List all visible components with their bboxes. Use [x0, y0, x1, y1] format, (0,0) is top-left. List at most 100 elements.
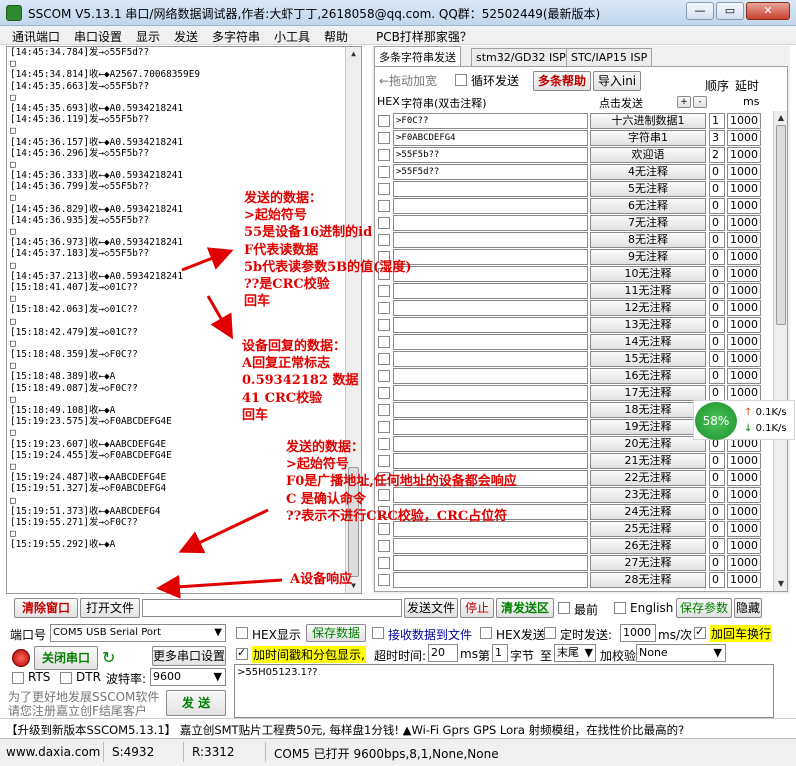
checksum-select[interactable]: None ▼ — [636, 644, 726, 662]
stop-button[interactable]: 停止 — [460, 598, 494, 618]
topmost-checkbox[interactable] — [558, 602, 570, 614]
row-order-input[interactable]: 3 — [709, 130, 725, 146]
recv-to-file-checkbox[interactable] — [372, 627, 384, 639]
file-path-field[interactable] — [142, 599, 402, 617]
row-command-input[interactable] — [393, 283, 588, 299]
row-order-input[interactable]: 0 — [709, 538, 725, 554]
row-send-button[interactable]: 14无注释 — [590, 334, 706, 350]
menu-serial-settings[interactable]: 串口设置 — [74, 28, 122, 45]
row-delay-input[interactable]: 1000 — [727, 266, 761, 282]
row-order-input[interactable]: 0 — [709, 283, 725, 299]
row-order-input[interactable]: 0 — [709, 181, 725, 197]
row-delay-input[interactable]: 1000 — [727, 147, 761, 163]
list-scroll-down-icon[interactable]: ▼ — [776, 578, 786, 590]
hide-button[interactable]: 隐藏 — [734, 598, 762, 618]
row-command-input[interactable] — [393, 538, 588, 554]
row-command-input[interactable]: >F0ABCDEFG4 — [393, 130, 588, 146]
row-order-input[interactable]: 1 — [709, 113, 725, 129]
row-delay-input[interactable]: 1000 — [727, 351, 761, 367]
tab-multi-string[interactable]: 多条字符串发送 — [374, 46, 461, 68]
menu-help[interactable]: 帮助 — [324, 28, 348, 45]
row-command-input[interactable] — [393, 232, 588, 248]
send-text-area[interactable]: >55H05123.1?? — [234, 664, 774, 718]
row-command-input[interactable] — [393, 368, 588, 384]
row-hex-checkbox[interactable] — [378, 149, 390, 161]
row-send-button[interactable]: 20无注释 — [590, 436, 706, 452]
row-send-button[interactable]: 13无注释 — [590, 317, 706, 333]
row-order-input[interactable]: 0 — [709, 232, 725, 248]
row-order-input[interactable]: 0 — [709, 351, 725, 367]
import-ini-button[interactable]: 导入ini — [593, 71, 641, 91]
list-scrollbar[interactable]: ▲ ▼ — [773, 111, 787, 591]
row-delay-input[interactable]: 1000 — [727, 385, 761, 401]
row-delay-input[interactable]: 1000 — [727, 334, 761, 350]
row-send-button[interactable]: 24无注释 — [590, 504, 706, 520]
row-send-button[interactable]: 26无注释 — [590, 538, 706, 554]
row-order-input[interactable]: 0 — [709, 385, 725, 401]
menu-send[interactable]: 发送 — [174, 28, 198, 45]
row-order-input[interactable]: 0 — [709, 487, 725, 503]
row-hex-checkbox[interactable] — [378, 319, 390, 331]
dtr-checkbox[interactable] — [60, 672, 72, 684]
maximize-button[interactable]: ▭ — [716, 2, 744, 20]
rts-checkbox[interactable] — [12, 672, 24, 684]
multi-help-button[interactable]: 多条帮助 — [533, 71, 591, 91]
row-order-input[interactable]: 0 — [709, 266, 725, 282]
row-command-input[interactable] — [393, 555, 588, 571]
row-order-input[interactable]: 0 — [709, 249, 725, 265]
menu-pcb[interactable]: PCB打样那家强？ — [376, 28, 472, 45]
row-delay-input[interactable]: 1000 — [727, 300, 761, 316]
row-command-input[interactable] — [393, 249, 588, 265]
byte-start-input[interactable]: 1 — [492, 644, 508, 662]
row-send-button[interactable]: 17无注释 — [590, 385, 706, 401]
row-order-input[interactable]: 0 — [709, 368, 725, 384]
row-command-input[interactable] — [393, 334, 588, 350]
list-scroll-up-icon[interactable]: ▲ — [776, 112, 786, 124]
open-file-button[interactable]: 打开文件 — [80, 598, 140, 618]
row-send-button[interactable]: 18无注释 — [590, 402, 706, 418]
row-send-button[interactable]: 15无注释 — [590, 351, 706, 367]
row-hex-checkbox[interactable] — [378, 166, 390, 178]
row-delay-input[interactable]: 1000 — [727, 538, 761, 554]
row-send-button[interactable]: 6无注释 — [590, 198, 706, 214]
row-send-button[interactable]: 7无注释 — [590, 215, 706, 231]
row-hex-checkbox[interactable] — [378, 115, 390, 127]
row-send-button[interactable]: 9无注释 — [590, 249, 706, 265]
row-send-button[interactable]: 21无注释 — [590, 453, 706, 469]
row-order-input[interactable]: 0 — [709, 317, 725, 333]
row-order-input[interactable]: 0 — [709, 572, 725, 588]
interval-input[interactable]: 1000 — [620, 624, 656, 642]
row-command-input[interactable] — [393, 198, 588, 214]
row-send-button[interactable]: 欢迎语 — [590, 147, 706, 163]
status-url[interactable]: www.daxia.com — [0, 742, 104, 762]
row-delay-input[interactable]: 1000 — [727, 164, 761, 180]
row-send-button[interactable]: 4无注释 — [590, 164, 706, 180]
row-send-button[interactable]: 23无注释 — [590, 487, 706, 503]
row-delay-input[interactable]: 1000 — [727, 368, 761, 384]
row-command-input[interactable] — [393, 351, 588, 367]
row-command-input[interactable] — [393, 385, 588, 401]
loop-send-checkbox[interactable] — [455, 74, 467, 86]
row-command-input[interactable] — [393, 300, 588, 316]
send-file-button[interactable]: 发送文件 — [404, 598, 458, 618]
hex-send-checkbox[interactable] — [480, 627, 492, 639]
row-order-input[interactable]: 0 — [709, 504, 725, 520]
english-checkbox[interactable] — [614, 602, 626, 614]
row-hex-checkbox[interactable] — [378, 574, 390, 586]
row-send-button[interactable]: 22无注释 — [590, 470, 706, 486]
row-delay-input[interactable]: 1000 — [727, 487, 761, 503]
row-delay-input[interactable]: 1000 — [727, 317, 761, 333]
row-hex-checkbox[interactable] — [378, 132, 390, 144]
row-delay-input[interactable]: 1000 — [727, 198, 761, 214]
row-hex-checkbox[interactable] — [378, 370, 390, 382]
remove-row-button[interactable]: - — [693, 96, 707, 108]
minimize-button[interactable]: — — [686, 2, 714, 20]
port-select[interactable]: COM5 USB Serial Port ▼ — [50, 624, 226, 642]
row-command-input[interactable] — [393, 317, 588, 333]
menu-port[interactable]: 通讯端口 — [12, 28, 60, 45]
row-send-button[interactable]: 5无注释 — [590, 181, 706, 197]
row-send-button[interactable]: 25无注释 — [590, 521, 706, 537]
row-delay-input[interactable]: 1000 — [727, 181, 761, 197]
row-delay-input[interactable]: 1000 — [727, 283, 761, 299]
save-params-button[interactable]: 保存参数 — [676, 598, 732, 618]
